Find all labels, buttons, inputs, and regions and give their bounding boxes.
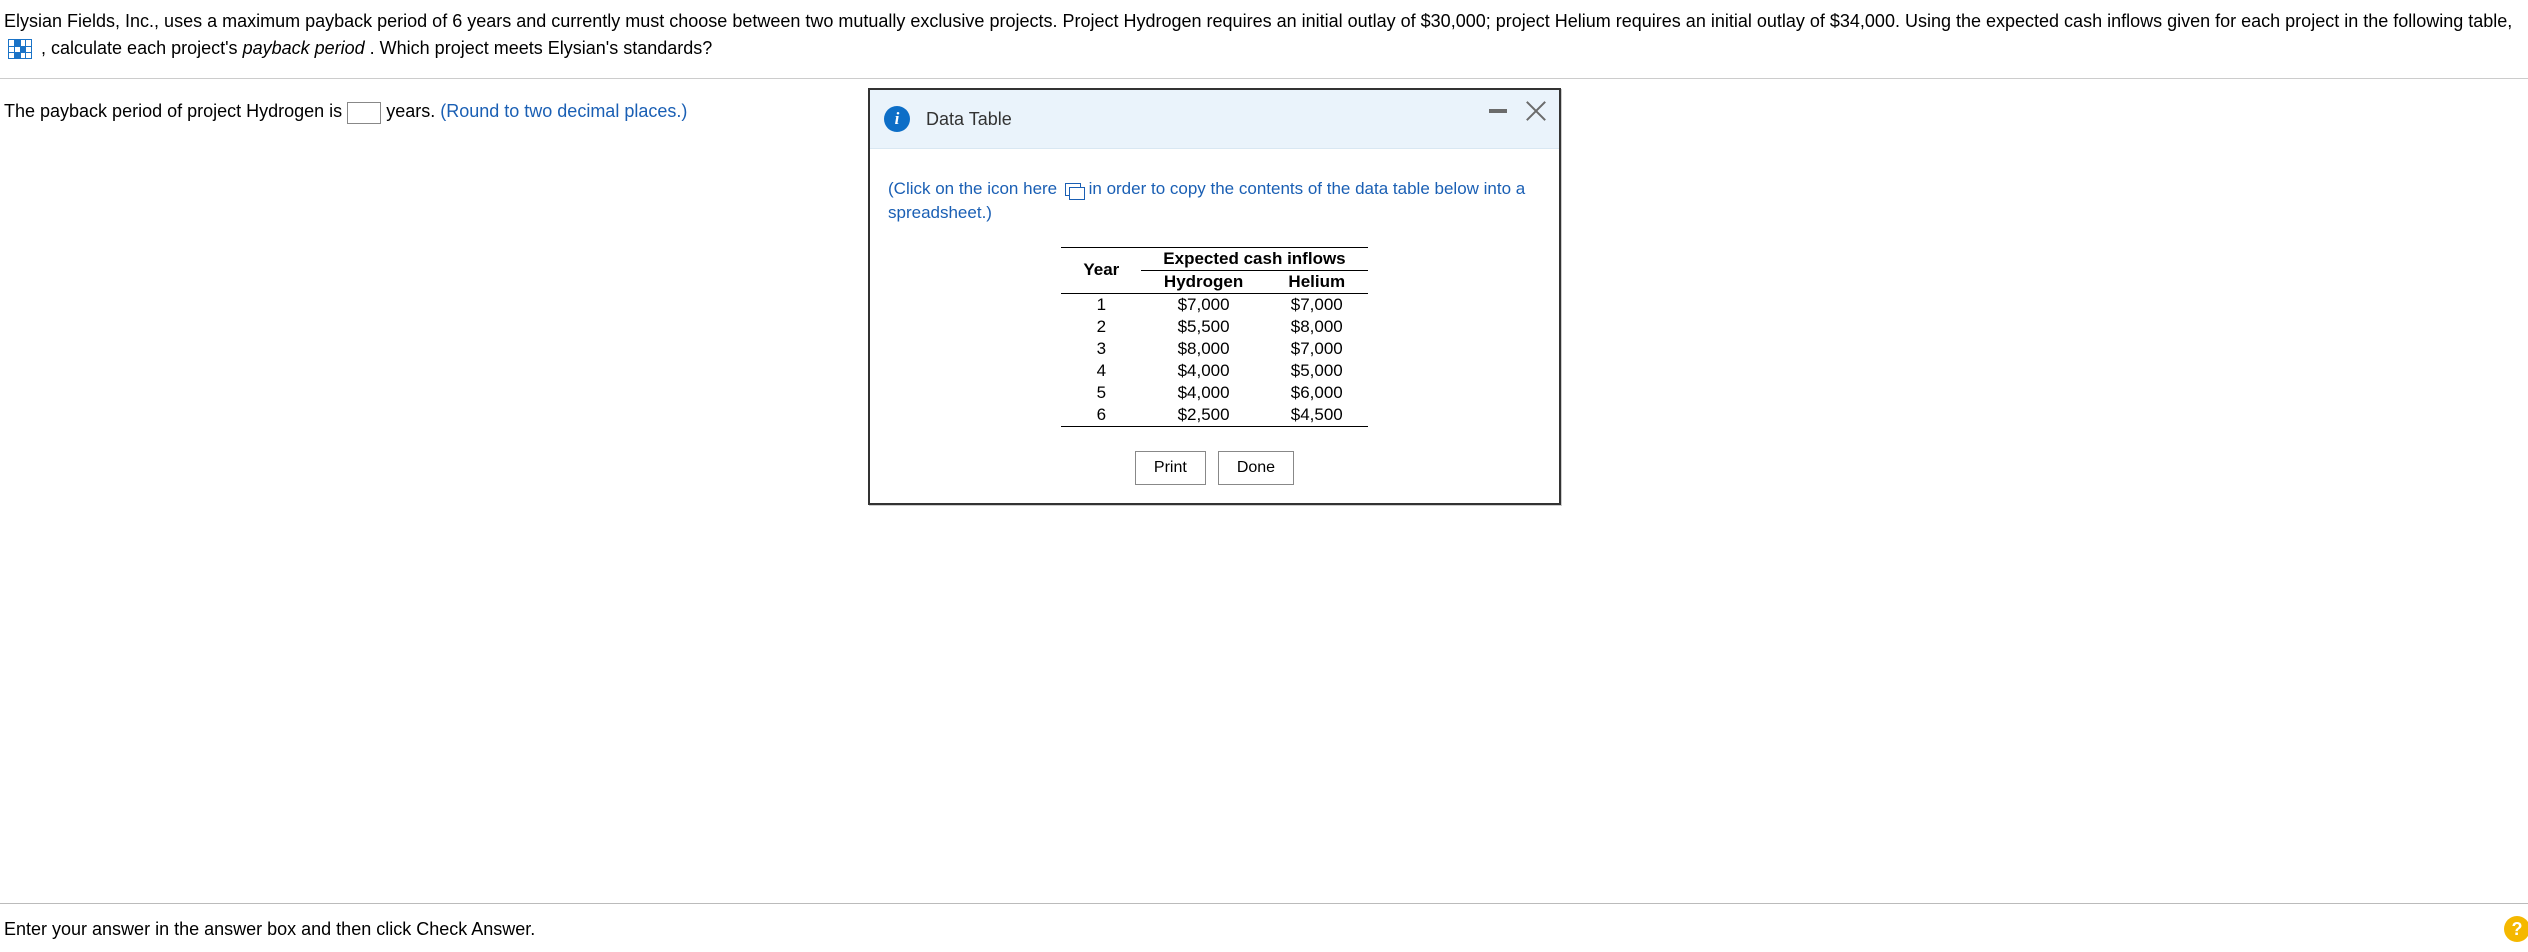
- payback-period-input[interactable]: [347, 102, 381, 124]
- cash-inflows-table: Year Expected cash inflows Hydrogen Heli…: [1061, 247, 1367, 427]
- answer-after: years.: [386, 101, 440, 121]
- col-hydrogen: Hydrogen: [1141, 270, 1266, 293]
- table-row: 2 $5,500 $8,000: [1061, 316, 1367, 338]
- footer-instruction: Enter your answer in the answer box and …: [4, 919, 535, 940]
- footer-bar: Enter your answer in the answer box and …: [0, 903, 2528, 952]
- cell-helium: $5,000: [1266, 360, 1368, 382]
- cell-hydrogen: $4,000: [1141, 360, 1266, 382]
- minimize-icon[interactable]: [1489, 109, 1507, 113]
- cell-helium: $7,000: [1266, 293, 1368, 316]
- col-group-expected: Expected cash inflows: [1141, 247, 1367, 270]
- modal-buttons: Print Done: [888, 451, 1541, 485]
- col-helium: Helium: [1266, 270, 1368, 293]
- cell-year: 6: [1061, 404, 1141, 427]
- cell-year: 1: [1061, 293, 1141, 316]
- data-table-link-icon[interactable]: [8, 39, 32, 59]
- problem-text-3: . Which project meets Elysian's standard…: [370, 38, 713, 58]
- col-year: Year: [1061, 247, 1141, 293]
- copy-note-before: (Click on the icon here: [888, 179, 1062, 198]
- print-button[interactable]: Print: [1135, 451, 1206, 485]
- cell-year: 3: [1061, 338, 1141, 360]
- close-icon[interactable]: [1525, 100, 1547, 122]
- done-button[interactable]: Done: [1218, 451, 1294, 485]
- table-row: 4 $4,000 $5,000: [1061, 360, 1367, 382]
- modal-title: Data Table: [926, 109, 1012, 130]
- table-row: 5 $4,000 $6,000: [1061, 382, 1367, 404]
- cell-hydrogen: $7,000: [1141, 293, 1266, 316]
- cell-year: 5: [1061, 382, 1141, 404]
- cell-year: 4: [1061, 360, 1141, 382]
- modal-header: i Data Table: [870, 90, 1559, 149]
- cell-hydrogen: $8,000: [1141, 338, 1266, 360]
- modal-body: (Click on the icon here in order to copy…: [870, 149, 1559, 503]
- problem-statement: Elysian Fields, Inc., uses a maximum pay…: [0, 0, 2528, 74]
- cell-hydrogen: $4,000: [1141, 382, 1266, 404]
- cell-helium: $4,500: [1266, 404, 1368, 427]
- problem-text-1: Elysian Fields, Inc., uses a maximum pay…: [4, 11, 2512, 31]
- help-icon[interactable]: ?: [2504, 916, 2528, 942]
- cell-hydrogen: $5,500: [1141, 316, 1266, 338]
- cell-helium: $7,000: [1266, 338, 1368, 360]
- table-row: 3 $8,000 $7,000: [1061, 338, 1367, 360]
- problem-text-2: , calculate each project's: [41, 38, 243, 58]
- cell-hydrogen: $2,500: [1141, 404, 1266, 427]
- info-icon: i: [884, 106, 910, 132]
- cell-helium: $6,000: [1266, 382, 1368, 404]
- copy-instruction: (Click on the icon here in order to copy…: [888, 177, 1541, 225]
- rounding-hint: (Round to two decimal places.): [440, 101, 687, 121]
- payback-period-italic: payback period: [243, 38, 365, 58]
- cell-helium: $8,000: [1266, 316, 1368, 338]
- answer-before: The payback period of project Hydrogen i…: [4, 101, 347, 121]
- section-divider: [0, 78, 2528, 79]
- data-table-modal: i Data Table (Click on the icon here in …: [868, 88, 1561, 505]
- table-row: 1 $7,000 $7,000: [1061, 293, 1367, 316]
- cell-year: 2: [1061, 316, 1141, 338]
- table-row: 6 $2,500 $4,500: [1061, 404, 1367, 427]
- copy-to-spreadsheet-icon[interactable]: [1065, 183, 1081, 196]
